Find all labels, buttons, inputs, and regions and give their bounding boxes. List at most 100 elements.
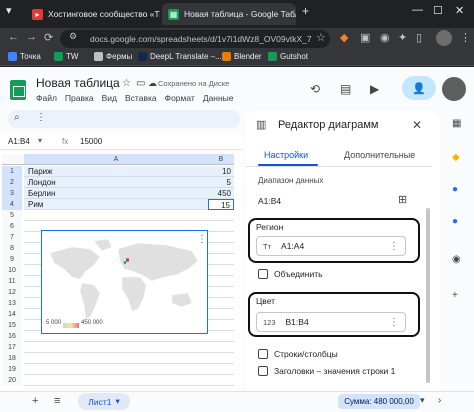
sheets-logo-icon[interactable] [10,80,26,100]
row-header[interactable]: 6 [2,221,22,232]
collapse-panel-icon[interactable]: › [438,395,441,406]
comments-icon[interactable]: ▤ [340,82,351,96]
bookmark-item[interactable]: TW [54,52,78,61]
meet-camera-icon[interactable]: ▶ [370,82,379,96]
row-header[interactable]: 5 [2,210,22,221]
address-bar[interactable]: docs.google.com/spreadsheets/d/1v7i1dWz8… [60,30,330,48]
cell-b[interactable] [208,254,234,265]
contacts-icon[interactable]: ● [452,216,458,227]
extension-icon[interactable]: ▣ [360,31,370,44]
cell-b[interactable]: 10 [208,166,234,177]
data-range-value[interactable]: A1:B4 [258,196,281,206]
menu-format[interactable]: Формат [165,93,195,103]
bookmark-item[interactable]: Фермы [94,52,132,61]
cell-a[interactable]: Лондон [24,177,208,188]
tab-setup[interactable]: Настройки [264,150,308,160]
bookmark-item[interactable]: Точка [8,52,41,61]
row-header[interactable]: 9 [2,254,22,265]
new-tab-button[interactable]: + [302,4,309,18]
row-header[interactable]: 15 [2,320,22,331]
menu-file[interactable]: Файл [36,93,57,103]
row-header[interactable]: 1 [2,166,22,177]
merge-checkbox[interactable] [258,269,268,279]
cell-a[interactable]: Париж [24,166,208,177]
metamask-extension-icon[interactable]: ◆ [340,31,348,44]
add-ons-icon[interactable]: + [452,290,458,301]
row-header[interactable]: 13 [2,298,22,309]
close-window-icon[interactable]: ✕ [455,4,464,17]
row-header[interactable]: 16 [2,331,22,342]
row-header[interactable]: 17 [2,342,22,353]
cell-b[interactable] [208,375,234,386]
color-field[interactable]: 123 B1:B4 ⋮ [256,312,406,332]
browser-tab-sheets[interactable]: ▦ Новая таблица - Google Табл ✕ [162,3,296,25]
name-box-dropdown-icon[interactable]: ▾ [38,136,42,145]
cell-b[interactable] [208,232,234,243]
cell-b[interactable] [208,210,234,221]
cell-a[interactable] [24,364,208,375]
calendar-icon[interactable]: ▦ [452,118,461,129]
user-avatar[interactable] [442,77,466,101]
cell-b[interactable] [208,243,234,254]
name-box[interactable]: A1:B4 [8,137,30,146]
row-header[interactable]: 20 [2,375,22,386]
bookmark-item[interactable]: DeepL Translate –... [138,52,222,61]
search-menus-icon[interactable]: ⌕ [14,112,20,123]
cell-a[interactable]: Рим [24,199,208,210]
row-header[interactable]: 2 [2,177,22,188]
cell-a[interactable]: Берлин [24,188,208,199]
add-sheet-icon[interactable]: + [32,395,38,407]
cell-b[interactable] [208,342,234,353]
share-button[interactable]: 👤 [402,76,436,100]
cell-b[interactable]: 450 [208,188,234,199]
profile-avatar[interactable] [436,30,452,46]
field-menu-icon[interactable]: ⋮ [389,241,399,252]
row-header[interactable]: 10 [2,265,22,276]
more-tools-icon[interactable]: ⋮ [36,112,46,123]
browser-tab-hosting[interactable]: ▸ Хостинговое сообщество «Ti ✕ [26,3,160,25]
field-menu-icon[interactable]: ⋮ [389,317,399,328]
column-header-b[interactable]: B [208,154,234,165]
row-header[interactable]: 7 [2,232,22,243]
cell-b[interactable] [208,331,234,342]
cell-b[interactable] [208,298,234,309]
bookmark-item[interactable]: Gutshot [268,52,308,61]
active-cell[interactable]: 15 [208,199,234,210]
row-header[interactable]: 12 [2,287,22,298]
minimize-icon[interactable]: — [412,4,423,16]
cell-b[interactable] [208,309,234,320]
reload-icon[interactable]: ⟳ [44,31,53,44]
cell-b[interactable]: 5 [208,177,234,188]
row-header[interactable]: 19 [2,364,22,375]
row-header[interactable]: 18 [2,353,22,364]
tasks-icon[interactable]: ● [452,184,458,195]
cell-a[interactable] [24,210,208,221]
extension-icon[interactable]: ◉ [380,31,390,44]
back-icon[interactable]: ← [8,31,19,43]
forward-icon[interactable]: → [26,31,37,43]
cell-a[interactable] [24,375,208,386]
sheet-tab[interactable]: Лист1 ▾ [78,393,130,410]
column-header-a[interactable]: A [24,154,208,165]
menu-view[interactable]: Вид [102,93,117,103]
explore-icon[interactable]: ▾ [420,395,425,406]
sidebar-icon[interactable]: ▯ [416,31,422,44]
cell-a[interactable] [24,342,208,353]
use-row1-headers-checkbox[interactable] [258,366,268,376]
panel-scrollbar[interactable] [426,208,430,383]
menu-data[interactable]: Данные [203,93,234,103]
select-range-grid-icon[interactable]: ⊞ [398,193,407,206]
all-sheets-icon[interactable]: ≡ [54,395,60,407]
formula-input[interactable]: 15000 [80,137,102,146]
version-history-icon[interactable]: ⟲ [310,82,320,96]
chart-menu-icon[interactable]: ⋮ [197,234,207,245]
tab-search-icon[interactable]: ▾ [6,4,12,17]
cell-b[interactable] [208,276,234,287]
geo-chart[interactable] [41,230,208,334]
switch-rows-columns-checkbox[interactable] [258,349,268,359]
menu-insert[interactable]: Вставка [125,93,157,103]
bookmark-item[interactable]: Blender [222,52,262,61]
cell-b[interactable] [208,265,234,276]
cell-b[interactable] [208,353,234,364]
menu-edit[interactable]: Правка [65,93,94,103]
